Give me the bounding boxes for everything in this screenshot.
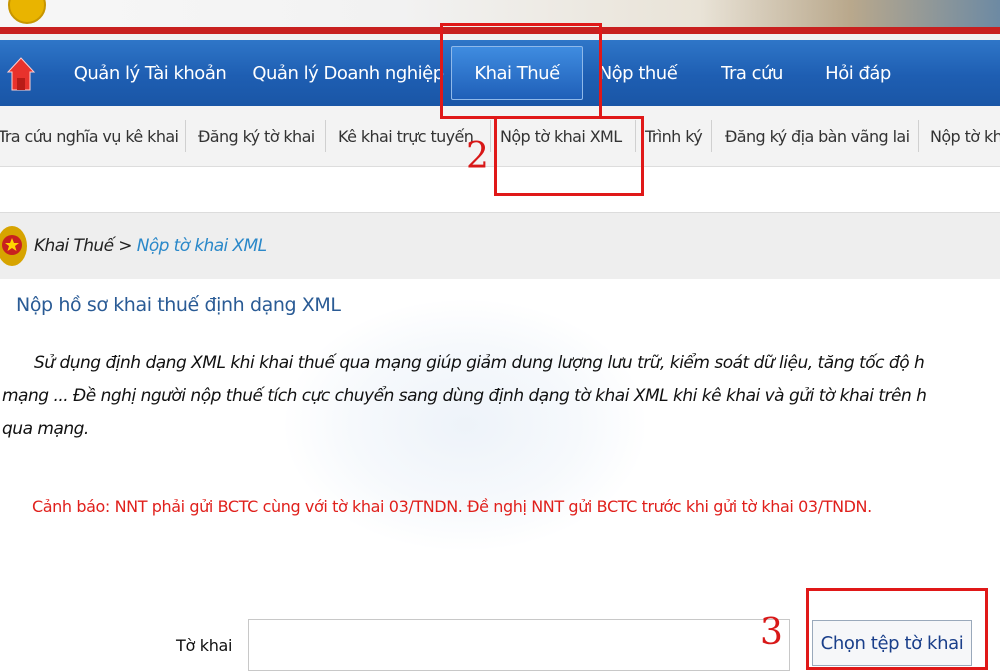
subnav-item-submit-more[interactable]: Nộp tờ kh [930, 106, 1000, 166]
warning-message: Cảnh báo: NNT phải gửi BCTC cùng với tờ … [32, 497, 872, 516]
subnav-item-transient-registration[interactable]: Đăng ký địa bàn vãng lai [725, 106, 910, 166]
breadcrumb-current: Nộp tờ khai XML [136, 236, 267, 256]
breadcrumb: Khai Thuế > Nộp tờ khai XML [0, 212, 1000, 280]
subnav-divider [490, 120, 491, 152]
description-line-2: mạng ... Đề nghị người nộp thuế tích cực… [2, 386, 927, 406]
declaration-file-input[interactable] [248, 619, 790, 671]
highlight-box-nop-xml [494, 116, 644, 196]
highlight-box-choose-file [806, 588, 988, 670]
declaration-field-label: Tờ khai [176, 636, 233, 655]
subnav-item-obligation-lookup[interactable]: Tra cứu nghĩa vụ kê khai [0, 106, 179, 166]
nav-item-account[interactable]: Quản lý Tài khoản [72, 40, 228, 106]
description-line-3: qua mạng. [2, 419, 89, 439]
breadcrumb-root[interactable]: Khai Thuế [34, 236, 114, 256]
home-icon[interactable] [6, 56, 36, 92]
subnav-divider [325, 120, 326, 152]
breadcrumb-separator: > [113, 236, 137, 256]
subnav-divider [711, 120, 712, 152]
nav-item-business[interactable]: Quản lý Doanh nghiệp [252, 40, 444, 106]
subnav-divider [918, 120, 919, 152]
nav-item-faq[interactable]: Hỏi đáp [818, 40, 898, 106]
subnav-item-register-declaration[interactable]: Đăng ký tờ khai [198, 106, 315, 166]
subnav-item-sign[interactable]: Trình ký [645, 106, 703, 166]
description: Sử dụng định dạng XML khi khai thuế qua … [2, 347, 998, 446]
step-number-3: 3 [760, 612, 783, 653]
highlight-box-khai-thue [440, 23, 602, 119]
page-title: Nộp hồ sơ khai thuế định dạng XML [16, 294, 341, 316]
national-emblem-icon [0, 226, 27, 266]
nav-item-lookup[interactable]: Tra cứu [712, 40, 792, 106]
description-line-1: Sử dụng định dạng XML khi khai thuế qua … [34, 353, 925, 373]
subnav-divider [185, 120, 186, 152]
step-number-2: 2 [466, 136, 489, 177]
nav-item-tax-payment[interactable]: Nộp thuế [596, 40, 680, 106]
breadcrumb-text: Khai Thuế > Nộp tờ khai XML [34, 213, 267, 279]
